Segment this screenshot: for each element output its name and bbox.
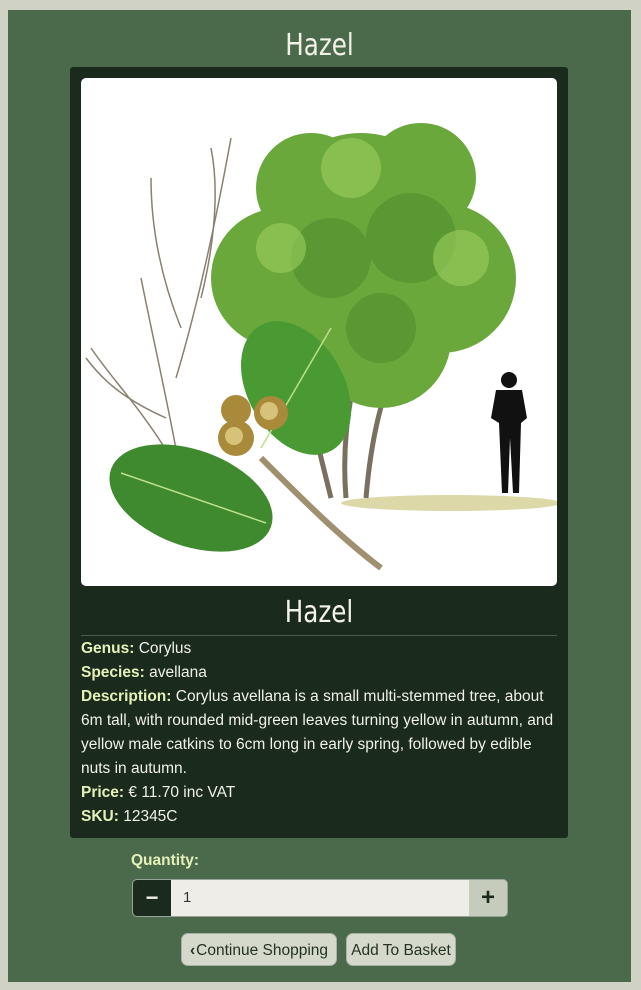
continue-shopping-button[interactable]: ‹Continue Shopping <box>181 933 337 966</box>
page-title: Hazel <box>285 28 354 63</box>
add-to-basket-button[interactable]: Add To Basket <box>346 933 456 966</box>
minus-icon: − <box>145 885 159 910</box>
price-label: Price: <box>81 784 125 801</box>
plus-icon: + <box>480 884 495 911</box>
description-row: Description: Corylus avellana is a small… <box>81 685 559 781</box>
price-row: Price: € 11.70 inc VAT <box>81 781 559 805</box>
sku-label: SKU: <box>81 808 119 825</box>
continue-shopping-label: Continue Shopping <box>196 942 329 959</box>
quantity-stepper: − 1 + <box>132 879 508 917</box>
increment-button[interactable]: + <box>469 880 507 916</box>
species-label: Species: <box>81 664 145 681</box>
genus-value: Corylus <box>138 640 192 657</box>
chevron-left-icon: ‹ <box>189 942 196 959</box>
product-card: Hazel Genus: Corylus Species: avellana D… <box>70 67 568 838</box>
species-value: avellana <box>149 664 207 681</box>
quantity-label: Quantity: <box>131 852 200 869</box>
product-image <box>81 78 557 586</box>
genus-label: Genus: <box>81 640 135 657</box>
sku-row: SKU: 12345C <box>81 805 559 829</box>
genus-row: Genus: Corylus <box>81 637 559 661</box>
product-title: Hazel <box>284 595 354 630</box>
hazel-tree-illustration <box>85 123 557 571</box>
species-row: Species: avellana <box>81 661 559 685</box>
sku-value: 12345C <box>123 808 178 825</box>
description-label: Description: <box>81 688 172 705</box>
divider <box>81 635 557 636</box>
decrement-button[interactable]: − <box>133 880 171 916</box>
product-details: Genus: Corylus Species: avellana Descrip… <box>81 637 559 829</box>
product-page: Hazel Hazel Genus: Corylus Species: avel… <box>8 10 631 982</box>
quantity-input[interactable]: 1 <box>171 880 469 916</box>
price-value: € 11.70 inc VAT <box>128 784 236 801</box>
